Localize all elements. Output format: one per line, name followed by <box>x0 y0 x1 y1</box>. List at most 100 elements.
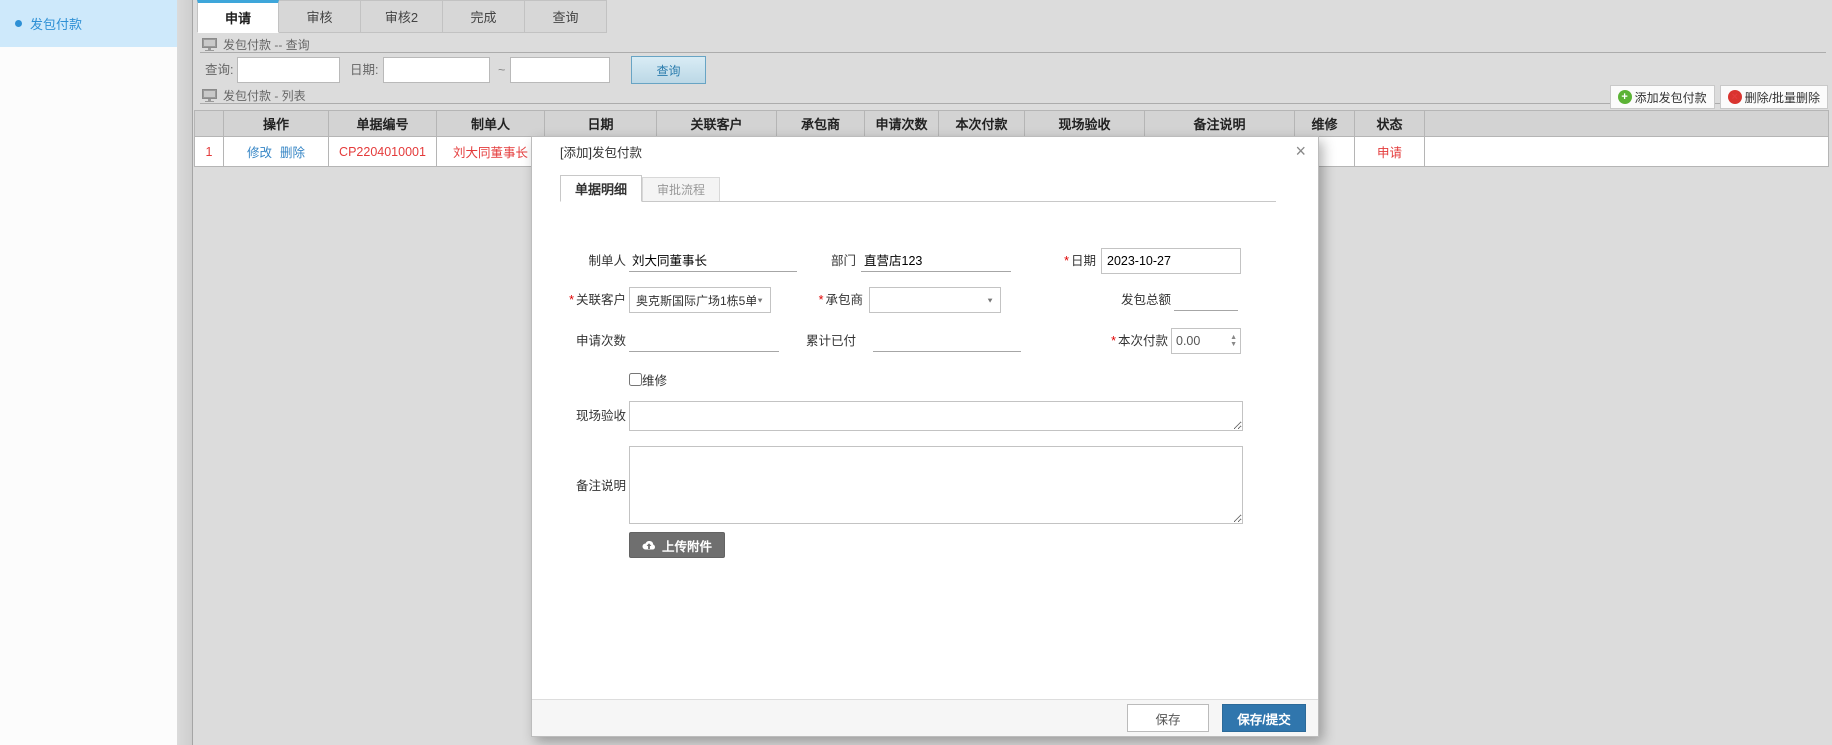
tab-query[interactable]: 查询 <box>525 0 607 33</box>
row-creator: 刘大同董事长 <box>437 137 545 167</box>
list-section-title: 发包付款 - 列表 <box>202 87 306 104</box>
spinner-down-icon[interactable]: ▼ <box>1230 341 1237 348</box>
row-operation: 修改删除 <box>224 137 329 167</box>
delete-batch-label: 删除/批量删除 <box>1745 89 1820 106</box>
add-payment-button[interactable]: + 添加发包付款 <box>1610 85 1715 109</box>
apply-count-field[interactable] <box>629 328 779 352</box>
query-section-title: 发包付款 -- 查询 <box>202 36 310 53</box>
divider <box>200 52 1826 53</box>
col-payment: 本次付款 <box>939 111 1025 137</box>
date-to-input[interactable] <box>510 57 610 83</box>
repair-checkbox-row: 维修 <box>629 370 667 389</box>
monitor-icon <box>202 38 217 51</box>
date-label: *日期 <box>1002 248 1096 274</box>
total-field[interactable] <box>1174 287 1238 311</box>
upload-attachment-button[interactable]: 上传附件 <box>629 532 725 558</box>
cloud-upload-icon <box>642 540 656 551</box>
col-acceptance: 现场验收 <box>1025 111 1145 137</box>
plus-circle-icon: + <box>1618 90 1632 104</box>
spinner-up-icon[interactable]: ▲ <box>1230 334 1237 341</box>
remark-label: 备注说明 <box>532 446 626 526</box>
creator-label: 制单人 <box>532 248 626 274</box>
apply-count-label: 申请次数 <box>532 328 626 354</box>
date-field[interactable] <box>1101 248 1241 274</box>
acceptance-textarea[interactable] <box>629 401 1243 431</box>
monitor-icon <box>202 89 217 102</box>
tab-bar: 申请 审核 审核2 完成 查询 <box>197 0 607 33</box>
col-customer: 关联客户 <box>657 111 777 137</box>
close-icon[interactable]: × <box>1295 142 1306 160</box>
sidebar: 发包付款 <box>0 0 177 745</box>
tab-complete[interactable]: 完成 <box>443 0 525 33</box>
chevron-down-icon: ▼ <box>756 296 764 304</box>
payment-field[interactable] <box>1172 329 1230 353</box>
remark-textarea[interactable] <box>629 446 1243 524</box>
row-index: 1 <box>195 137 224 167</box>
divider <box>200 103 1826 104</box>
tab-review[interactable]: 审核 <box>279 0 361 33</box>
dialog-header: [添加]发包付款 × <box>532 137 1318 165</box>
payment-spinner: ▲ ▼ <box>1171 328 1241 354</box>
chevron-down-icon: ▼ <box>986 296 994 304</box>
table-header-row: 操作 单据编号 制单人 日期 关联客户 承包商 申请次数 本次付款 现场验收 备… <box>195 111 1829 137</box>
date-from-input[interactable] <box>383 57 490 83</box>
query-input[interactable] <box>237 57 340 83</box>
col-extra <box>1425 111 1829 137</box>
customer-select-value: 奥克斯国际广场1栋5单 <box>636 292 756 309</box>
contractor-label: *承包商 <box>769 287 863 313</box>
sidebar-splitter[interactable] <box>177 0 193 745</box>
save-submit-button[interactable]: 保存/提交 <box>1222 704 1306 732</box>
col-creator: 制单人 <box>437 111 545 137</box>
customer-select[interactable]: 奥克斯国际广场1栋5单 ▼ <box>629 287 771 313</box>
acceptance-label: 现场验收 <box>532 400 626 432</box>
row-status: 申请 <box>1355 137 1425 167</box>
col-index <box>195 111 224 137</box>
list-actions: + 添加发包付款 × 删除/批量删除 <box>1610 85 1828 109</box>
upload-attachment-label: 上传附件 <box>662 536 712 555</box>
query-section-title-text: 发包付款 -- 查询 <box>223 36 310 53</box>
edit-link[interactable]: 修改 <box>247 146 272 160</box>
bullet-icon <box>15 20 22 27</box>
col-doc-no: 单据编号 <box>329 111 437 137</box>
tab-review2[interactable]: 审核2 <box>361 0 443 33</box>
sidebar-item-label: 发包付款 <box>30 14 82 33</box>
col-operation: 操作 <box>224 111 329 137</box>
tab-approval-flow[interactable]: 审批流程 <box>642 177 720 201</box>
dialog-title: [添加]发包付款 <box>560 142 642 161</box>
contractor-select[interactable]: ▼ <box>869 287 1001 313</box>
dialog-tab-bar: 单据明细 审批流程 <box>560 175 1276 202</box>
tab-apply[interactable]: 申请 <box>197 0 279 33</box>
cross-circle-icon: × <box>1728 90 1742 104</box>
paid-field[interactable] <box>873 328 1021 352</box>
sidebar-item-contract-payment[interactable]: 发包付款 <box>0 0 177 47</box>
paid-label: 累计已付 <box>762 328 856 354</box>
search-button[interactable]: 查询 <box>631 56 706 84</box>
delete-batch-button[interactable]: × 删除/批量删除 <box>1720 85 1828 109</box>
col-status: 状态 <box>1355 111 1425 137</box>
department-label: 部门 <box>762 248 856 274</box>
department-field[interactable] <box>861 248 1011 272</box>
col-contractor: 承包商 <box>777 111 865 137</box>
delete-link[interactable]: 删除 <box>280 146 305 160</box>
query-label: 查询: <box>205 57 233 83</box>
date-label: 日期: <box>350 57 378 83</box>
col-date: 日期 <box>545 111 657 137</box>
add-payment-dialog: [添加]发包付款 × 单据明细 审批流程 制单人 部门 *日期 *关联客户 奥克… <box>531 136 1319 737</box>
customer-label: *关联客户 <box>532 287 626 313</box>
repair-checkbox-label: 维修 <box>642 370 667 389</box>
col-repair: 维修 <box>1295 111 1355 137</box>
save-button[interactable]: 保存 <box>1127 704 1209 732</box>
row-extra <box>1425 137 1829 167</box>
total-label: 发包总额 <box>1077 287 1171 313</box>
add-payment-label: 添加发包付款 <box>1635 89 1707 106</box>
payment-label: *本次付款 <box>1074 328 1168 354</box>
dialog-footer: 保存 保存/提交 <box>532 699 1318 736</box>
dialog-form: 制单人 部门 *日期 *关联客户 奥克斯国际广场1栋5单 ▼ *承包商 ▼ <box>532 248 1318 558</box>
row-doc-no: CP2204010001 <box>329 137 437 167</box>
col-remark: 备注说明 <box>1145 111 1295 137</box>
tab-detail[interactable]: 单据明细 <box>560 175 642 202</box>
repair-checkbox[interactable] <box>629 373 642 386</box>
col-apply-count: 申请次数 <box>865 111 939 137</box>
app-window: 发包付款 申请 审核 审核2 完成 查询 发包付款 -- 查询 查询: 日期: … <box>0 0 1832 745</box>
date-range-tilde: ~ <box>498 57 505 83</box>
